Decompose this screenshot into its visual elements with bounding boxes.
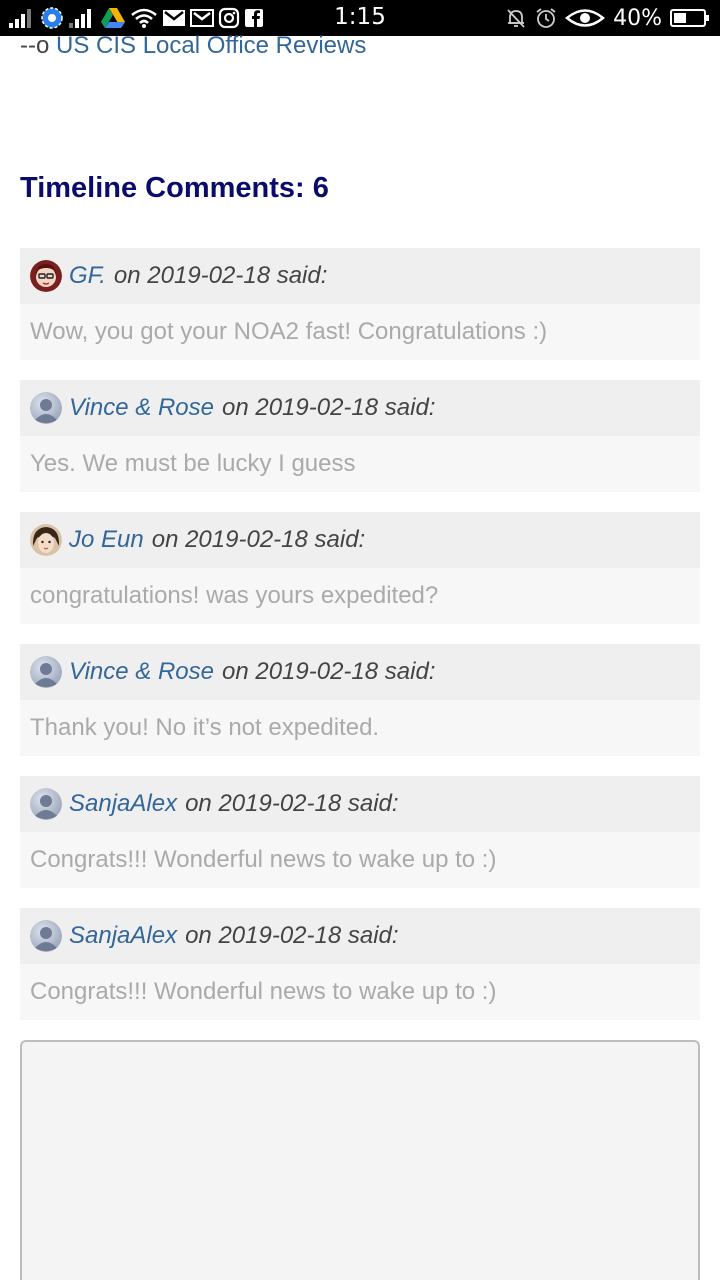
- signal-icon: [8, 6, 36, 30]
- comment-author-link[interactable]: Jo Eun: [69, 526, 144, 554]
- related-link-line: --o US CIS Local Office Reviews: [20, 30, 366, 62]
- comment-date-meta: on 2019-02-18 said:: [185, 922, 399, 949]
- uscis-local-office-reviews-link[interactable]: US CIS Local Office Reviews: [56, 32, 366, 59]
- comment-text: congratulations! was yours expedited?: [20, 568, 700, 624]
- comment-header: SanjaAlex on 2019-02-18 said:: [20, 776, 700, 832]
- comments-list: GF. on 2019-02-18 said: Wow, you got your …: [20, 248, 700, 1040]
- comment-text: Congrats!!! Wonderful news to wake up to…: [20, 832, 700, 888]
- facebook-icon: [244, 6, 264, 30]
- avatar[interactable]: [30, 920, 62, 952]
- comment-item: GF. on 2019-02-18 said: Wow, you got your …: [20, 248, 700, 360]
- timeline-comments-title: Timeline Comments: 6: [20, 172, 329, 204]
- comment-text: Congrats!!! Wonderful news to wake up to…: [20, 964, 700, 1020]
- comment-item: SanjaAlex on 2019-02-18 said: Congrats!!! …: [20, 776, 700, 888]
- avatar[interactable]: [30, 392, 62, 424]
- comment-header: Vince & Rose on 2019-02-18 said:: [20, 644, 700, 700]
- wifi-icon: [130, 6, 158, 30]
- comment-header: SanjaAlex on 2019-02-18 said:: [20, 908, 700, 964]
- battery-icon: [670, 6, 710, 30]
- comment-header: Vince & Rose on 2019-02-18 said:: [20, 380, 700, 436]
- drive-icon: [100, 6, 126, 30]
- comment-author-link[interactable]: GF.: [69, 262, 106, 290]
- comment-author-link[interactable]: Vince & Rose: [69, 394, 214, 422]
- avatar[interactable]: [30, 524, 62, 556]
- comment-date-meta: on 2019-02-18 said:: [221, 658, 436, 685]
- comment-item: Jo Eun on 2019-02-18 said: congratulations…: [20, 512, 700, 624]
- comment-date-meta: on 2019-02-18 said:: [113, 262, 328, 289]
- comment-author-link[interactable]: SanjaAlex: [69, 922, 177, 950]
- comment-item: SanjaAlex on 2019-02-18 said: Congrats!!! …: [20, 908, 700, 1020]
- comment-date-meta: on 2019-02-18 said:: [221, 394, 436, 421]
- comment-date-meta: on 2019-02-18 said:: [151, 526, 366, 553]
- avatar[interactable]: [30, 260, 62, 292]
- comment-author-link[interactable]: Vince & Rose: [69, 658, 214, 686]
- mute-bell-icon: [505, 6, 527, 30]
- comment-text: Yes. We must be lucky I guess: [20, 436, 700, 492]
- comment-date-meta: on 2019-02-18 said:: [185, 790, 399, 817]
- comment-header: Jo Eun on 2019-02-18 said:: [20, 512, 700, 568]
- comment-item: Vince & Rose on 2019-02-18 said: Yes. We m…: [20, 380, 700, 492]
- alarm-icon: [535, 6, 557, 30]
- link-prefix: --o: [20, 32, 50, 59]
- gmail-icon: [162, 6, 186, 30]
- instagram-icon: [218, 6, 240, 30]
- gmail-icon: [190, 6, 214, 30]
- status-right-icons: 40%: [505, 5, 710, 31]
- comment-item: Vince & Rose on 2019-02-18 said: Thank you…: [20, 644, 700, 756]
- signal-icon: [68, 6, 96, 30]
- eye-icon: [565, 6, 606, 30]
- avatar[interactable]: [30, 788, 62, 820]
- battery-percent: 40%: [613, 5, 662, 31]
- comment-author-link[interactable]: SanjaAlex: [69, 790, 177, 818]
- comment-input[interactable]: [20, 1040, 700, 1280]
- avatar[interactable]: [30, 656, 62, 688]
- comment-text: Wow, you got your NOA2 fast! Congratulat…: [20, 304, 700, 360]
- status-left-icons: [8, 6, 264, 30]
- comment-text: Thank you! No it’s not expedited.: [20, 700, 700, 756]
- vpn-globe-icon: [40, 6, 64, 30]
- comment-header: GF. on 2019-02-18 said:: [20, 248, 700, 304]
